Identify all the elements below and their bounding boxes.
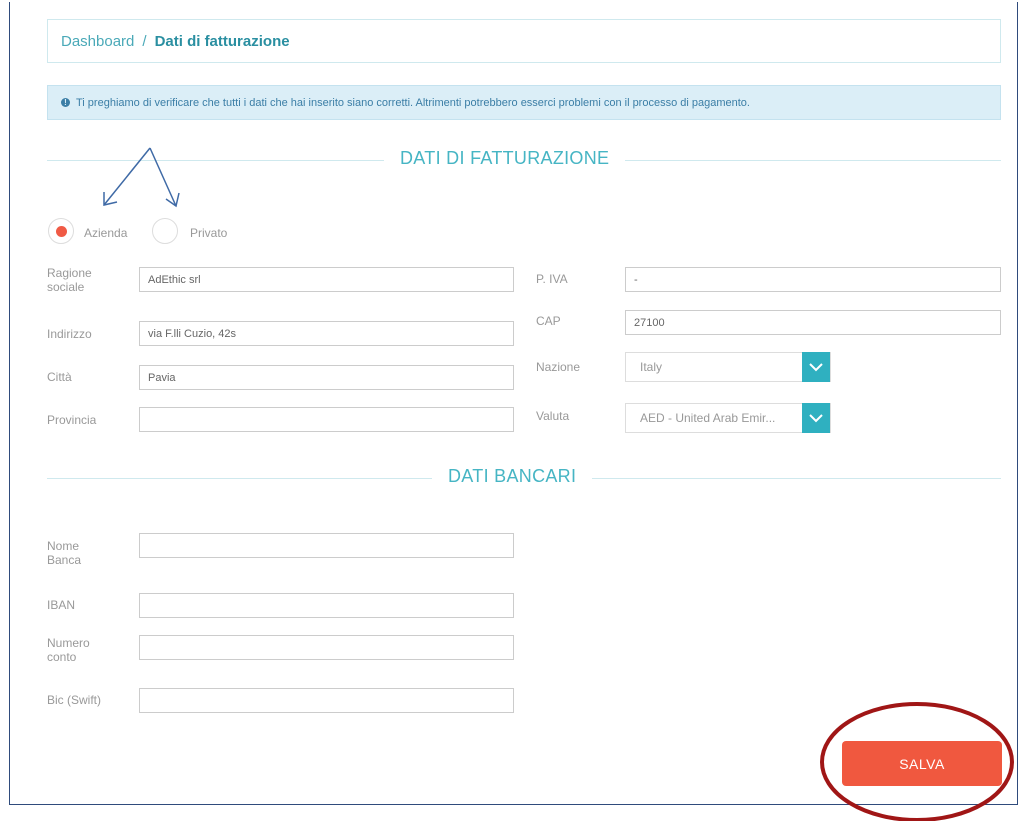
- indirizzo-input[interactable]: via F.lli Cuzio, 42s: [139, 321, 514, 346]
- info-alert: ! Ti preghiamo di verificare che tutti i…: [47, 85, 1001, 120]
- bic-swift-input[interactable]: [139, 688, 514, 713]
- valuta-label: Valuta: [536, 409, 570, 423]
- numero-conto-label: Numero conto: [47, 636, 90, 664]
- radio-azienda-label[interactable]: Azienda: [84, 226, 127, 240]
- nome-banca-label: Nome Banca: [47, 539, 82, 567]
- indirizzo-label: Indirizzo: [47, 327, 92, 341]
- ragione-sociale-label: Ragione sociale: [47, 266, 92, 294]
- bank-section-title: DATI BANCARI: [432, 466, 593, 487]
- citta-label: Città: [47, 370, 72, 384]
- piva-label: P. IVA: [536, 272, 568, 286]
- info-icon: !: [61, 98, 70, 107]
- cap-input[interactable]: 27100: [625, 310, 1001, 335]
- chevron-down-icon[interactable]: [802, 352, 830, 382]
- valuta-select[interactable]: AED - United Arab Emir...: [625, 403, 831, 433]
- radio-privato-label[interactable]: Privato: [190, 226, 227, 240]
- save-button[interactable]: SALVA: [842, 741, 1002, 786]
- chevron-down-icon[interactable]: [802, 403, 830, 433]
- billing-section-title: DATI DI FATTURAZIONE: [384, 148, 626, 169]
- radio-azienda[interactable]: [48, 218, 74, 244]
- ragione-sociale-input[interactable]: AdEthic srl: [139, 267, 514, 292]
- bic-swift-label: Bic (Swift): [47, 693, 101, 707]
- alert-text: Ti preghiamo di verificare che tutti i d…: [76, 96, 750, 109]
- breadcrumb: Dashboard / Dati di fatturazione: [47, 19, 1001, 63]
- nazione-select[interactable]: Italy: [625, 352, 831, 382]
- provincia-input[interactable]: [139, 407, 514, 432]
- iban-input[interactable]: [139, 593, 514, 618]
- iban-label: IBAN: [47, 598, 76, 612]
- piva-input[interactable]: -: [625, 267, 1001, 292]
- breadcrumb-dashboard-link[interactable]: Dashboard: [61, 33, 134, 50]
- provincia-label: Provincia: [47, 413, 97, 427]
- page-frame: [9, 2, 1018, 805]
- breadcrumb-separator: /: [142, 32, 147, 50]
- breadcrumb-current: Dati di fatturazione: [154, 32, 290, 50]
- cap-label: CAP: [536, 314, 561, 328]
- nome-banca-input[interactable]: [139, 533, 514, 558]
- numero-conto-input[interactable]: [139, 635, 514, 660]
- citta-input[interactable]: Pavia: [139, 365, 514, 390]
- radio-privato[interactable]: [152, 218, 178, 244]
- nazione-label: Nazione: [536, 360, 581, 374]
